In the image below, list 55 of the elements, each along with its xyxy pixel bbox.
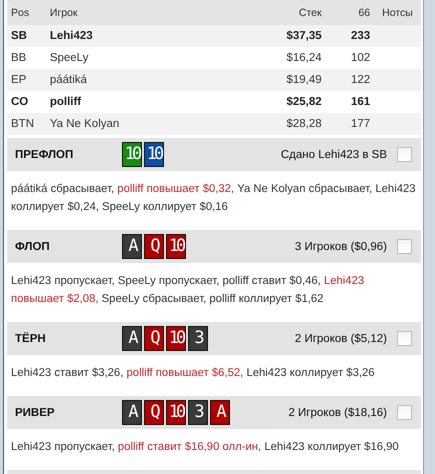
table-cell-text: EP: [10, 74, 28, 86]
table-cell-text: páátiká: [50, 74, 88, 86]
playing-card: 10: [144, 142, 164, 167]
table-cell-text: BTN: [10, 118, 35, 130]
playing-card: 10: [166, 234, 186, 259]
street-info: Сдано Lehi423 в SB: [280, 148, 387, 160]
table-cell-text: Lehi423: [50, 30, 94, 42]
table-cell-text: $28,28: [285, 118, 322, 130]
column-header: Нотсы: [382, 6, 414, 18]
playing-card: 10: [166, 400, 186, 425]
street-name: РИВЕР: [14, 406, 56, 418]
playing-card: Q: [144, 400, 164, 425]
column-header: Игрок: [50, 6, 78, 18]
street-info: 2 Игроков ($18,16): [288, 406, 387, 418]
playing-card: 3: [188, 400, 208, 425]
playing-card: Q: [144, 234, 164, 259]
table-cell-text: $19,49: [285, 74, 322, 86]
street-info: 3 Игроков ($0,96): [294, 240, 387, 252]
table-cell-text: 122: [350, 74, 370, 86]
table-cell-text: SB: [10, 30, 28, 42]
checkbox[interactable]: [397, 331, 412, 346]
playing-card: A: [210, 400, 230, 425]
playing-card: A: [122, 326, 142, 351]
playing-card: A: [122, 234, 142, 259]
table-cell-text: polliff: [50, 96, 82, 108]
playing-card: Q: [144, 326, 164, 351]
table-cell-text: $16,24: [285, 52, 322, 64]
street-name: ФЛОП: [14, 240, 51, 252]
street-info: 2 Игроков ($5,12): [294, 332, 387, 344]
street-name: ТЁРН: [14, 332, 47, 344]
table-cell-text: $37,35: [285, 30, 322, 42]
column-header: Стек: [298, 6, 322, 18]
playing-card: 10: [122, 142, 142, 167]
table-cell-text: $25,82: [285, 96, 322, 108]
street-name: ПРЕФЛОП: [14, 148, 74, 160]
action-text: Lehi423 ставит $3,26, polliff повышает $6,52, Lehi423 коллирует $3,26: [10, 366, 376, 381]
checkbox[interactable]: [397, 147, 412, 162]
checkbox[interactable]: [397, 405, 412, 420]
checkbox[interactable]: [397, 239, 412, 254]
playing-card: A: [122, 400, 142, 425]
playing-card: 3: [188, 326, 208, 351]
table-cell-text: Ya Ne Kolyan: [50, 118, 120, 130]
table-cell-text: 233: [350, 30, 370, 42]
column-header: 66: [357, 6, 370, 18]
column-header: Pos: [10, 6, 30, 18]
table-cell-text: BB: [10, 52, 28, 64]
action-text: Lehi423 пропускает, polliff ставит $16,90 олл-ин, Lehi423 коллирует $16,90: [10, 440, 400, 455]
playing-card: 10: [166, 326, 186, 351]
table-cell-text: SpeeLy: [50, 52, 90, 64]
action-text: páátiká сбрасывает, polliff повышает $0,32, Ya Ne Kolyan сбрасывает, Lehi423 коллирует $0,24, SpeeLy коллирует $0,16: [10, 182, 417, 215]
table-cell-text: 102: [350, 52, 370, 64]
action-text: Lehi423 пропускает, SpeeLy пропускает, polliff ставит $0,46, Lehi423 повышает $2,08, SpeeLy сбрасывает, polliff коллирует $1,62: [10, 274, 366, 307]
table-cell-text: CO: [10, 96, 30, 108]
table-cell-text: 177: [350, 118, 370, 130]
table-cell-text: 161: [350, 96, 370, 108]
